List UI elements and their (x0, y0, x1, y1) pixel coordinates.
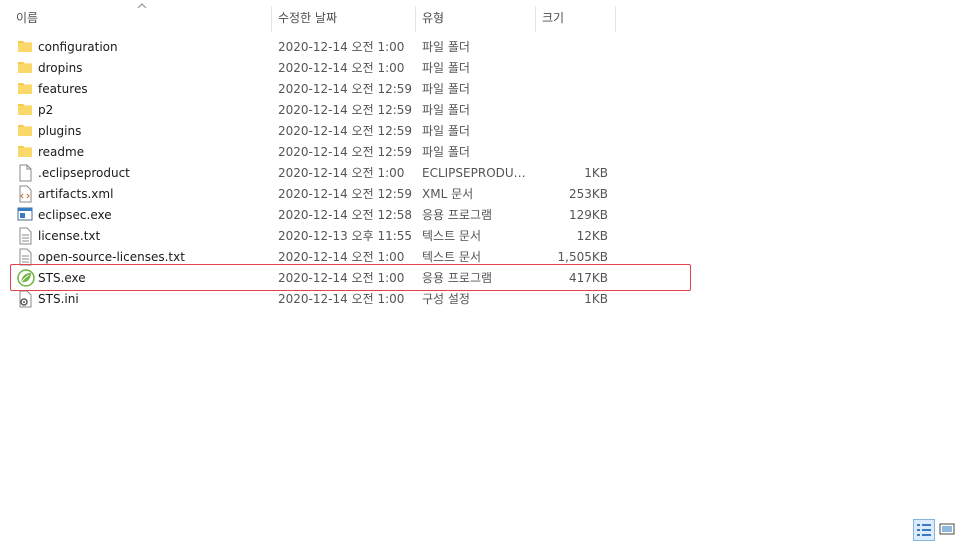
file-type: 파일 폴더 (422, 61, 470, 75)
file-date: 2020-12-14 오전 1:00 (278, 61, 405, 75)
details-view-button[interactable] (913, 519, 935, 541)
file-size: 253KB (568, 187, 608, 201)
file-size: 1KB (584, 166, 608, 180)
file-row[interactable]: eclipsec.exe 2020-12-14 오전 12:58 응용 프로그램 12… (0, 205, 700, 226)
column-header-name[interactable]: 이름 (10, 0, 272, 36)
highlight-annotation (10, 264, 691, 291)
file-size: 12KB (576, 229, 608, 243)
text-file-icon (17, 227, 35, 246)
file-size (536, 79, 608, 100)
file-type: 구성 설정 (422, 292, 470, 306)
file-date: 2020-12-14 오전 12:58 (278, 208, 413, 222)
folder-icon (17, 122, 35, 141)
file-explorer-list: 이름 수정한 날짜 유형 크기 configuration 2020-12-14 … (0, 0, 965, 550)
file-size (536, 37, 608, 58)
large-icons-view-icon (939, 523, 955, 535)
folder-icon (17, 59, 35, 78)
file-type: 파일 폴더 (422, 40, 470, 54)
file-type: ECLIPSEPRODUCT... (422, 166, 534, 180)
file-date: 2020-12-14 오전 12:59 (278, 82, 413, 96)
file-row[interactable]: dropins 2020-12-14 오전 1:00 파일 폴더 (0, 58, 700, 79)
file-date: 2020-12-14 오전 12:59 (278, 187, 413, 201)
file-name: eclipsec.exe (38, 208, 112, 222)
file-type: 파일 폴더 (422, 124, 470, 138)
folder-icon (17, 80, 35, 99)
file-name: dropins (38, 61, 83, 75)
details-view-icon (917, 524, 931, 536)
file-date: 2020-12-14 오전 12:59 (278, 103, 413, 117)
file-name: STS.ini (38, 292, 79, 306)
file-size (536, 142, 608, 163)
file-date: 2020-12-14 오전 1:00 (278, 292, 405, 306)
column-header-size[interactable]: 크기 (536, 0, 615, 36)
file-row[interactable]: readme 2020-12-14 오전 12:59 파일 폴더 (0, 142, 700, 163)
file-type: 텍스트 문서 (422, 229, 482, 243)
file-type: 파일 폴더 (422, 145, 470, 159)
settings-file-icon (17, 290, 35, 309)
file-size (536, 100, 608, 121)
file-date: 2020-12-14 오전 12:59 (278, 145, 413, 159)
file-type: 파일 폴더 (422, 82, 470, 96)
folder-icon (17, 143, 35, 162)
xml-file-icon (17, 185, 35, 204)
file-row[interactable]: configuration 2020-12-14 오전 1:00 파일 폴더 (0, 37, 700, 58)
file-type: 응용 프로그램 (422, 208, 493, 222)
file-row[interactable]: plugins 2020-12-14 오전 12:59 파일 폴더 (0, 121, 700, 142)
file-type: XML 문서 (422, 187, 474, 201)
file-type: 파일 폴더 (422, 103, 470, 117)
file-row[interactable]: artifacts.xml 2020-12-14 오전 12:59 XML 문서 25… (0, 184, 700, 205)
file-row[interactable]: license.txt 2020-12-13 오후 11:55 텍스트 문서 12KB (0, 226, 700, 247)
file-date: 2020-12-13 오후 11:55 (278, 229, 413, 243)
folder-icon (17, 38, 35, 57)
column-divider[interactable] (615, 6, 616, 32)
file-date: 2020-12-14 오전 12:59 (278, 124, 413, 138)
file-size: 129KB (568, 208, 608, 222)
file-date: 2020-12-14 오전 1:00 (278, 166, 405, 180)
exe-window-icon (17, 206, 35, 225)
file-name: configuration (38, 40, 118, 54)
file-row[interactable]: features 2020-12-14 오전 12:59 파일 폴더 (0, 79, 700, 100)
file-size: 1KB (584, 292, 608, 306)
file-name: plugins (38, 124, 82, 138)
file-date: 2020-12-14 오전 1:00 (278, 40, 405, 54)
column-header-date[interactable]: 수정한 날짜 (272, 0, 415, 36)
file-name: .eclipseproduct (38, 166, 130, 180)
file-row[interactable]: STS.ini 2020-12-14 오전 1:00 구성 설정 1KB (0, 289, 700, 310)
blank-file-icon (17, 164, 35, 183)
file-row[interactable]: p2 2020-12-14 오전 12:59 파일 폴더 (0, 100, 700, 121)
folder-icon (17, 101, 35, 120)
file-name: features (38, 82, 88, 96)
large-icons-view-button[interactable] (937, 519, 959, 541)
file-size (536, 121, 608, 142)
file-row[interactable]: .eclipseproduct 2020-12-14 오전 1:00 ECLIPSE… (0, 163, 700, 184)
file-name: readme (38, 145, 85, 159)
file-name: p2 (38, 103, 54, 117)
file-name: license.txt (38, 229, 101, 243)
file-name: artifacts.xml (38, 187, 114, 201)
column-header-bar: 이름 수정한 날짜 유형 크기 (0, 0, 965, 36)
file-size (536, 58, 608, 79)
column-header-type[interactable]: 유형 (416, 0, 535, 36)
